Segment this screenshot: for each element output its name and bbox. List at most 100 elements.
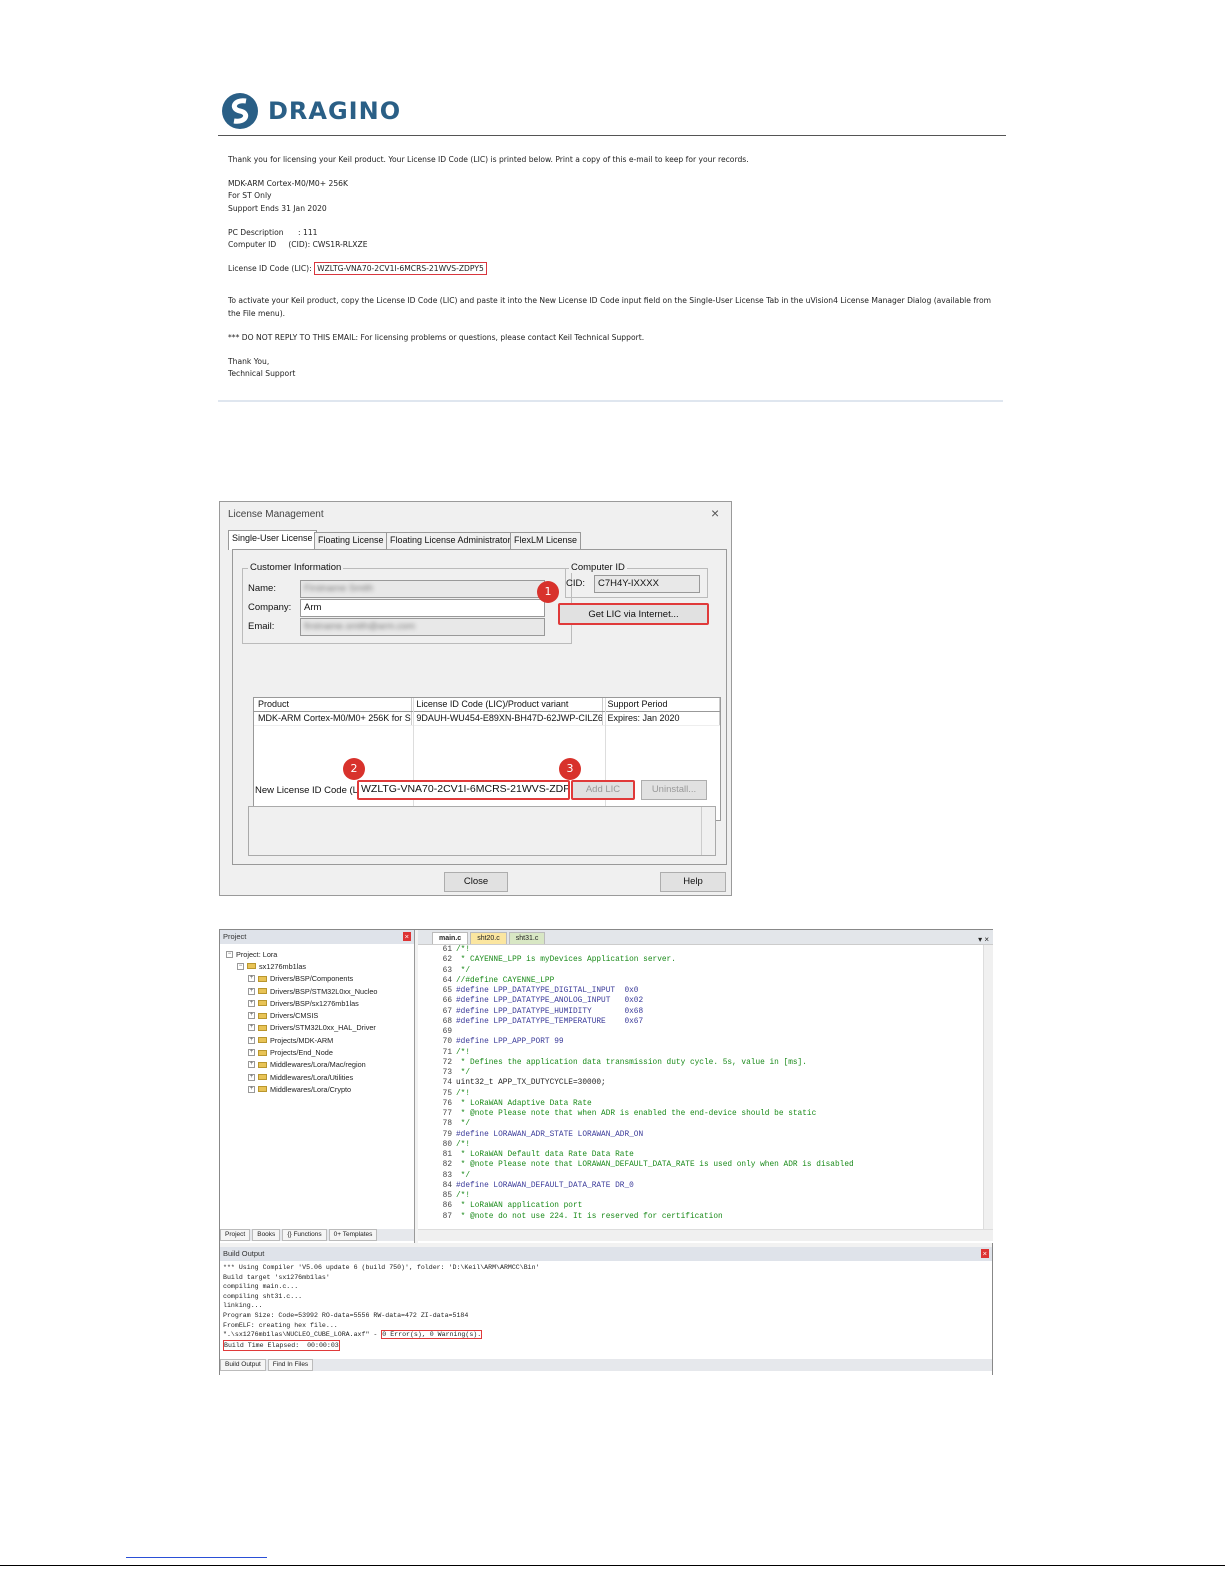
customer-information-group: Customer Information Name: Firstname Smi… (242, 562, 572, 644)
collapse-icon[interactable]: − (237, 962, 244, 970)
new-lic-label: New License ID Code (LIC): (255, 785, 374, 796)
tree-item-group[interactable]: + Drivers/BSP/STM32L0xx_Nucleo (226, 985, 410, 997)
company-label: Company: (248, 602, 292, 613)
tab-functions[interactable]: {} Functions (282, 1229, 327, 1241)
row-product: MDK-ARM Cortex-M0/M0+ 256K for ST (254, 712, 413, 725)
tree-item-group[interactable]: + Projects/MDK-ARM (226, 1034, 410, 1046)
tree-item-target[interactable]: − sx1276mb1las (226, 960, 410, 972)
tree-item-group[interactable]: + Middlewares/Lora/Crypto (226, 1083, 410, 1095)
code-line: 64 //#define CAYENNE_LPP (418, 976, 993, 986)
code-text: * @note do not use 224. It is reserved f… (456, 1212, 723, 1221)
build-line: ".\sx1276mb1las\NUCLEO_CUBE_LORA.axf" - … (223, 1330, 483, 1340)
tree-label: Drivers/BSP/sx1276mb1las (270, 998, 359, 1008)
line-number: 87 (442, 1212, 452, 1221)
expand-icon[interactable]: + (248, 1049, 255, 1057)
code-view[interactable]: 61/*! 62 * CAYENNE_LPP is myDevices Appli… (418, 945, 993, 1222)
message-scrollbar[interactable] (701, 807, 715, 855)
tree-item-group[interactable]: + Middlewares/Lora/Utilities (226, 1071, 410, 1083)
tree-item-group[interactable]: + Drivers/BSP/Components (226, 973, 410, 985)
row-support-period: Expires: Jan 2020 (603, 712, 720, 725)
tree-item-group[interactable]: + Drivers/BSP/sx1276mb1las (226, 997, 410, 1009)
close-button[interactable]: Close (444, 872, 508, 892)
code-text: #define LPP_APP_PORT 99 (456, 1038, 564, 1047)
tab-flexlm-license[interactable]: FlexLM License (510, 532, 582, 549)
tab-main-c[interactable]: main.c (432, 932, 469, 944)
uninstall-button[interactable]: Uninstall... (641, 780, 707, 800)
tab-templates[interactable]: 0+ Templates (328, 1229, 378, 1241)
build-elapsed: Build Time Elapsed: 00:00:03 (223, 1339, 340, 1352)
tab-project[interactable]: Project (220, 1229, 251, 1241)
company-field[interactable]: Arm (300, 599, 545, 617)
tab-floating-license-administrator[interactable]: Floating License Administrator (386, 532, 515, 549)
code-text: * Defines the application data transmiss… (456, 1058, 807, 1067)
tree-item-group[interactable]: + Drivers/CMSIS (226, 1009, 410, 1021)
line-number: 81 (442, 1151, 452, 1159)
email-intro: Thank you for licensing your Keil produc… (228, 155, 749, 164)
get-lic-via-internet-button[interactable]: Get LIC via Internet... (558, 603, 709, 625)
editor-horizontal-scrollbar[interactable] (418, 1229, 993, 1241)
name-field[interactable]: Firstname Smith (300, 580, 545, 598)
tab-floating-license[interactable]: Floating License (314, 532, 388, 549)
expand-icon[interactable]: + (248, 1061, 255, 1069)
email-label: Email: (248, 621, 275, 632)
line-number: 62 (442, 956, 452, 965)
collapse-icon[interactable]: − (226, 950, 233, 958)
tree-label: Drivers/CMSIS (270, 1011, 319, 1021)
close-icon[interactable]: × (402, 932, 411, 941)
code-line: 67 #define LPP_DATATYPE_HUMIDITY 0x68 (418, 1007, 993, 1017)
line-number: 61 (442, 946, 452, 954)
build-output-text[interactable]: *** Using Compiler 'V5.06 update 6 (buil… (220, 1261, 992, 1353)
name-label: Name: (248, 583, 276, 594)
folder-icon (258, 1049, 267, 1056)
row-license-id: 9DAUH-WU454-E89XN-BH47D-62JWP-CILZ6 (412, 712, 604, 725)
tree-item-project[interactable]: − Project: Lora (226, 948, 410, 960)
expand-icon[interactable]: + (248, 1036, 255, 1044)
project-panel: Project × − Project: Lora − sx1276mb1las +… (220, 930, 415, 1243)
editor-vertical-scrollbar[interactable] (983, 945, 993, 1229)
expand-icon[interactable]: + (248, 1085, 255, 1093)
close-icon[interactable]: × (711, 505, 719, 521)
tree-item-group[interactable]: + Projects/End_Node (226, 1046, 410, 1058)
new-lic-input[interactable]: WZLTG-VNA70-2CV1I-6MCRS-21WVS-ZDPY5 (357, 780, 570, 800)
tree-label: Middlewares/Lora/Crypto (270, 1084, 352, 1094)
add-lic-button[interactable]: Add LIC (571, 780, 635, 800)
tab-sht20-c[interactable]: sht20.c (470, 932, 507, 944)
tree-label: sx1276mb1las (259, 961, 307, 971)
tree-item-group[interactable]: + Middlewares/Lora/Mac/region (226, 1059, 410, 1071)
folder-icon (258, 1061, 267, 1068)
line-number: 72 (442, 1058, 452, 1067)
line-number: 66 (442, 997, 452, 1006)
license-label: License ID Code (LIC): (228, 264, 315, 274)
code-text: #define LPP_DATATYPE_DIGITAL_INPUT 0x0 (456, 987, 639, 995)
folder-icon (258, 1024, 267, 1031)
folder-icon (258, 1012, 267, 1019)
tree-item-group[interactable]: + Drivers/STM32L0xx_HAL_Driver (226, 1022, 410, 1034)
expand-icon[interactable]: + (248, 987, 255, 995)
email-field[interactable]: firstname.smith@arm.com (300, 618, 545, 636)
expand-icon[interactable]: + (248, 1073, 255, 1081)
editor-menu-icon[interactable]: ▾ × (978, 935, 993, 944)
code-line: 84 #define LORAWAN_DEFAULT_DATA_RATE DR_0 (418, 1181, 993, 1191)
tree-label: Drivers/BSP/STM32L0xx_Nucleo (270, 986, 378, 996)
logo-text: DRAGINO (268, 97, 402, 125)
code-line: 66 #define LPP_DATATYPE_ANOLOG_INPUT 0x02 (418, 996, 993, 1006)
table-row[interactable]: MDK-ARM Cortex-M0/M0+ 256K for ST 9DAUH-… (254, 712, 720, 726)
code-line: 83 */ (418, 1171, 993, 1181)
expand-icon[interactable]: + (248, 1012, 255, 1020)
tab-sht31-c[interactable]: sht31.c (508, 932, 546, 944)
step-badge-1: 1 (537, 581, 559, 603)
line-number: 71 (442, 1048, 452, 1057)
expand-icon[interactable]: + (248, 999, 255, 1007)
license-table-header: Product License ID Code (LIC)/Product va… (254, 698, 720, 712)
message-area (248, 806, 716, 856)
tab-books[interactable]: Books (252, 1229, 281, 1241)
close-icon[interactable]: × (980, 1249, 989, 1258)
tab-build-output[interactable]: Build Output (220, 1359, 266, 1371)
expand-icon[interactable]: + (248, 1024, 255, 1032)
code-text: /*! (456, 1089, 471, 1098)
tab-find-in-files[interactable]: Find In Files (267, 1359, 314, 1371)
expand-icon[interactable]: + (248, 975, 255, 983)
tab-single-user-license[interactable]: Single-User License (228, 530, 317, 550)
help-button[interactable]: Help (660, 872, 726, 892)
line-number: 77 (442, 1110, 452, 1118)
